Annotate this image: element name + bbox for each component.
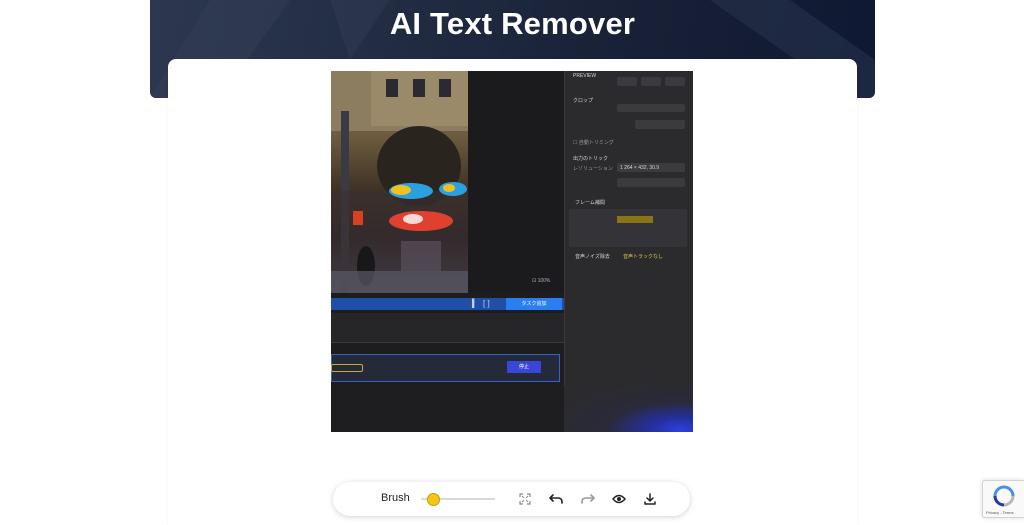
frame-bar bbox=[617, 216, 653, 223]
playhead-marker[interactable]: ▍ bbox=[472, 298, 478, 310]
zoom-icon: ⊡ bbox=[532, 278, 537, 284]
settings-panel: PREVIEW クロップ ☐ 自動トリミング 出力のトリック レゾリューション … bbox=[564, 71, 693, 432]
queue-area bbox=[331, 313, 564, 343]
zoom-readout: ⊡ 100% bbox=[532, 278, 551, 284]
editor-canvas[interactable]: ⊡ 100% PREVIEW クロップ ☐ 自動トリミング 出力のトリック レゾ… bbox=[331, 71, 693, 432]
output-field[interactable] bbox=[617, 178, 685, 187]
glow-area bbox=[564, 386, 693, 432]
resolution-label: レゾリューション bbox=[573, 166, 613, 172]
crop-button[interactable] bbox=[635, 120, 685, 129]
panel-toggle-b[interactable] bbox=[641, 77, 661, 86]
task-tag bbox=[331, 364, 363, 372]
page: AI Text Remover ⊡ 100% PREVIEW クロップ ☐ 自動… bbox=[0, 0, 1024, 525]
redo-icon[interactable] bbox=[579, 490, 597, 508]
download-icon[interactable] bbox=[641, 490, 659, 508]
audio-label: 音声ノイズ除去 bbox=[575, 254, 610, 260]
recaptcha-badge[interactable]: Privacy - Terms bbox=[982, 480, 1024, 518]
slider-thumb[interactable] bbox=[427, 493, 440, 506]
brush-size-slider[interactable] bbox=[421, 492, 495, 506]
panel-toggle-c[interactable] bbox=[665, 77, 685, 86]
stop-button[interactable]: 停止 bbox=[507, 361, 541, 373]
frame-label: フレーム補間 bbox=[575, 200, 605, 206]
bracket-icon[interactable]: [ ] bbox=[483, 298, 490, 310]
eye-icon[interactable] bbox=[610, 490, 628, 508]
audio-value: 音声トラックなし bbox=[623, 254, 664, 260]
bottom-area bbox=[331, 386, 564, 432]
editor-toolbar: Brush bbox=[333, 482, 690, 516]
recaptcha-links[interactable]: Privacy - Terms bbox=[986, 510, 1013, 515]
street-scene-image bbox=[331, 71, 468, 293]
fullscreen-icon[interactable] bbox=[516, 490, 534, 508]
recaptcha-icon bbox=[993, 485, 1015, 507]
brush-label: Brush bbox=[381, 492, 410, 504]
undo-icon[interactable] bbox=[547, 490, 565, 508]
crop-label: クロップ bbox=[573, 98, 594, 104]
panel-heading: PREVIEW bbox=[573, 73, 597, 79]
resolution-value: 1 264 × 432, 30.9 bbox=[620, 165, 660, 171]
output-label: 出力のトリック bbox=[573, 156, 609, 162]
page-title: AI Text Remover bbox=[389, 6, 636, 41]
auto-trim-checkbox[interactable]: ☐ 自動トリミング bbox=[573, 139, 614, 146]
crop-select[interactable] bbox=[617, 104, 685, 112]
preview-area bbox=[468, 71, 564, 293]
panel-toggle-a[interactable] bbox=[617, 77, 637, 86]
photo-preview bbox=[331, 71, 468, 293]
add-task-button[interactable]: タスク追加 bbox=[506, 298, 562, 310]
frame-settings-box bbox=[569, 209, 687, 247]
